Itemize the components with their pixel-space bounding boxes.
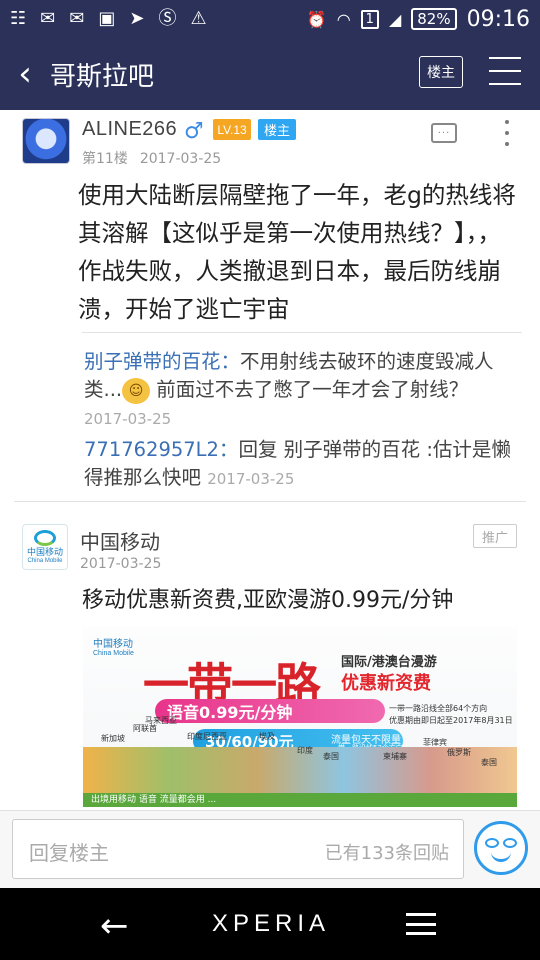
logo-swirl-icon <box>34 529 56 546</box>
banner-subtitle-2: 优惠新资费 <box>341 673 431 694</box>
op-badge: 楼主 <box>258 119 296 140</box>
nav-menu-icon[interactable] <box>406 913 436 935</box>
ad-banner[interactable]: 中国移动 China Mobile 一带一路 国际/港澳台漫游 优惠新资费 语音0… <box>83 627 517 807</box>
send-notification-icon: ➤ <box>129 8 145 29</box>
logo-text-cn: 中国移动 <box>26 547 63 558</box>
image-notification-icon: ▣ <box>98 8 116 29</box>
banner-subtitle: 国际/港澳台漫游 <box>341 655 437 670</box>
city-label: 柬埔寨 <box>383 752 407 761</box>
banner-note: 一带一路沿线全部64个方向 <box>389 704 488 713</box>
sub-reply[interactable]: 别子弹带的百花：不用射线去破环的速度毁减人类... ☺ 前面过不去了憋了一年才会了… <box>84 348 524 433</box>
avatar[interactable] <box>22 118 70 164</box>
divider <box>14 501 526 502</box>
reply-author[interactable]: 771762957L2： <box>84 438 238 461</box>
status-bar: ☷ ✉ ✉ ▣ ➤ Ⓢ ⚠ ⏰ ◠ 1 ◢ 82% 09:16 <box>0 0 540 38</box>
chat-notification-icon: ☷ <box>10 8 27 29</box>
city-label: 埃及 <box>259 732 275 741</box>
divider <box>82 332 522 333</box>
reply-input[interactable]: 回复楼主 已有133条回贴 <box>12 819 464 879</box>
battery-indicator: 82% <box>411 8 457 30</box>
app-notification-icon: Ⓢ <box>158 8 177 29</box>
only-op-button[interactable]: 楼主 <box>419 56 463 88</box>
thread-content[interactable]: ALINE266 ♂ LV.13 楼主 第11楼 2017-03-25 ··· 使… <box>0 110 540 810</box>
voice-rate-pill: 语音0.99元/分钟 <box>155 699 385 723</box>
promoted-tag: 推广 <box>473 524 517 548</box>
reply-date: 2017-03-25 <box>84 410 172 428</box>
reply-date: 2017-03-25 <box>207 470 295 488</box>
floor-number: 第11楼 <box>82 151 128 167</box>
post-body: 使用大陆断层隔壁拖了一年，老g的热线将其溶解【这似乎是第一次使用热线？】，，作战… <box>78 181 516 323</box>
brand-label: XPERIA <box>212 910 331 937</box>
alarm-icon: ⏰ <box>306 9 327 29</box>
reply-bar: 回复楼主 已有133条回贴 <box>0 810 540 888</box>
emoji-mouth-icon <box>491 852 511 862</box>
nav-back-arrow-icon[interactable]: ← <box>100 906 129 946</box>
level-badge: LV.13 <box>213 119 251 140</box>
message-notification-icon: ✉ <box>40 8 56 29</box>
sub-reply[interactable]: 771762957L2：回复 别子弹带的百花 :估计是懒得推那么快吧 2017-… <box>84 436 524 493</box>
signal-icon: ◢ <box>388 9 402 29</box>
reply-count: 已有133条回贴 <box>324 843 449 864</box>
emoji-button[interactable] <box>474 821 528 875</box>
emoji-eye-icon <box>485 838 499 848</box>
page-title: 哥斯拉吧 <box>50 61 155 92</box>
reply-placeholder: 回复楼主 <box>29 841 109 865</box>
china-mobile-logo[interactable]: 中国移动 China Mobile <box>22 524 68 570</box>
post-date: 2017-03-25 <box>139 151 222 167</box>
ad-date: 2017-03-25 <box>80 556 162 572</box>
city-label: 印度尼西亚 <box>187 732 227 741</box>
system-nav-bar: ← XPERIA <box>0 888 540 960</box>
city-label: 泰国 <box>323 752 339 761</box>
ad-text[interactable]: 移动优惠新资费,亚欧漫游0.99元/分钟 <box>82 582 453 614</box>
sim-icon: 1 <box>360 9 379 29</box>
menu-icon[interactable] <box>489 57 521 85</box>
city-label: 印度 <box>297 746 313 755</box>
emoji-icon: ☺ <box>122 377 151 404</box>
banner-logo: 中国移动 China Mobile <box>93 639 134 657</box>
reply-author[interactable]: 别子弹带的百花： <box>84 350 240 373</box>
logo-text-en: China Mobile <box>27 557 63 564</box>
more-options-icon[interactable] <box>500 120 514 146</box>
username[interactable]: ALINE266 <box>82 118 177 141</box>
back-button[interactable]: ‹ <box>0 38 50 110</box>
city-label: 新加坡 <box>101 734 125 743</box>
mail-notification-icon: ✉ <box>69 8 85 29</box>
city-label: 菲律宾 <box>423 738 447 747</box>
chevron-left-icon: ‹ <box>18 54 32 94</box>
warning-icon: ⚠ <box>190 8 207 29</box>
reply-text-cont: 前面过不去了憋了一年才会了射线？ <box>150 378 469 401</box>
comment-icon[interactable]: ··· <box>431 123 457 143</box>
banner-note: 优惠期由即日起至2017年8月31日 <box>389 716 513 725</box>
ad-advertiser[interactable]: 中国移动 <box>80 526 160 555</box>
city-label: 马来西亚 <box>145 716 177 725</box>
wifi-icon: ◠ <box>336 9 351 29</box>
city-label: 俄罗斯 <box>447 748 471 757</box>
app-bar: ‹ 哥斯拉吧 楼主 <box>0 38 540 110</box>
banner-footer: 出境用移动 语音 流量都会用 ... <box>83 793 517 807</box>
emoji-eye-icon <box>503 838 517 848</box>
male-icon: ♂ <box>184 119 204 144</box>
clock: 09:16 <box>466 6 530 32</box>
city-label: 泰国 <box>481 758 497 767</box>
post-meta: 第11楼 2017-03-25 <box>82 148 221 168</box>
